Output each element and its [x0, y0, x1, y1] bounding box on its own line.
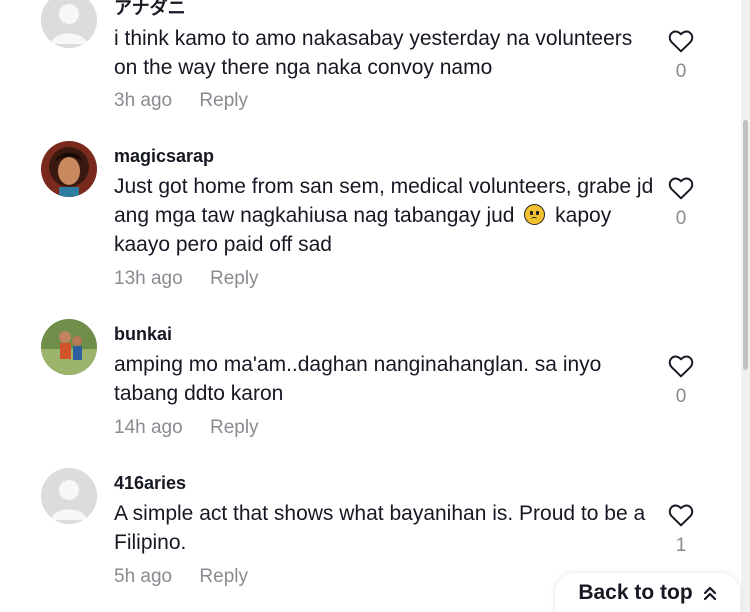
comment-timestamp: 14h ago	[114, 417, 183, 438]
comment-text: i think kamo to amo nakasabay yesterday …	[114, 27, 633, 79]
default-avatar-icon[interactable]	[41, 468, 97, 524]
double-chevron-up-icon	[703, 586, 716, 600]
reply-button[interactable]: Reply	[199, 90, 248, 112]
comment-text: A simple act that shows what bayanihan i…	[114, 502, 646, 554]
comment-username[interactable]: アナダニ	[114, 0, 186, 20]
like-control: 0	[667, 354, 695, 408]
like-control: 0	[667, 29, 695, 83]
reply-button[interactable]: Reply	[199, 566, 248, 588]
reply-button[interactable]: Reply	[210, 268, 259, 290]
back-to-top-button[interactable]: Back to top	[555, 573, 740, 612]
like-control: 1	[667, 503, 695, 557]
comment-username[interactable]: 416aries	[114, 473, 186, 494]
heart-icon[interactable]	[668, 29, 694, 53]
comment-username[interactable]: magicsarap	[114, 146, 214, 167]
like-count: 0	[675, 61, 687, 82]
back-to-top-label: Back to top	[578, 580, 693, 604]
scrollbar[interactable]	[741, 0, 750, 612]
comment-username[interactable]: bunkai	[114, 324, 172, 345]
pleading-face-emoji	[524, 204, 546, 225]
user-photo-avatar[interactable]	[41, 141, 97, 197]
default-avatar-icon[interactable]	[41, 0, 97, 48]
reply-button[interactable]: Reply	[210, 417, 259, 439]
comment-timestamp: 13h ago	[114, 268, 183, 289]
heart-icon[interactable]	[668, 503, 694, 527]
like-count: 0	[675, 386, 687, 407]
comment-timestamp: 3h ago	[114, 90, 173, 111]
comment-text: amping mo ma'am..daghan nanginahanglan. …	[114, 353, 602, 405]
comment-timestamp: 5h ago	[114, 566, 173, 587]
heart-icon[interactable]	[668, 354, 694, 378]
heart-icon[interactable]	[668, 176, 694, 200]
like-count: 1	[675, 535, 687, 556]
user-photo-avatar[interactable]	[41, 319, 97, 375]
like-count: 0	[675, 208, 687, 229]
comment-text: Just got home from san sem, medical volu…	[114, 172, 654, 259]
scrollbar-thumb[interactable]	[743, 120, 748, 370]
like-control: 0	[667, 176, 695, 230]
